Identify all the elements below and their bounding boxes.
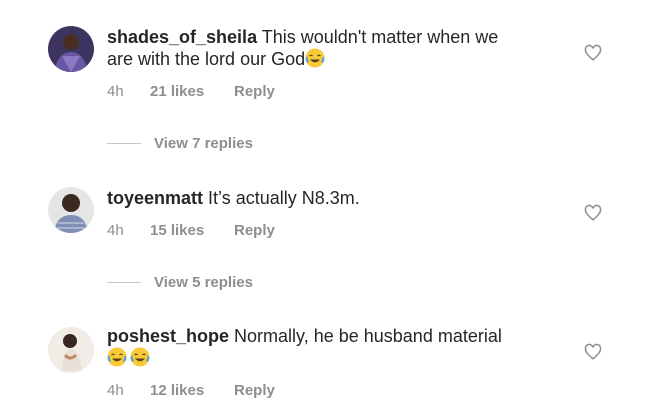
comment-likes[interactable]: 12 likes (150, 382, 234, 399)
view-replies-label: View 7 replies (154, 135, 253, 152)
view-replies-button[interactable]: View 7 replies (107, 135, 253, 152)
comment-username[interactable]: toyeenmatt (107, 188, 203, 208)
comment-text: shades_of_sheila This wouldn't matter wh… (107, 26, 552, 70)
comment-likes[interactable]: 15 likes (150, 222, 234, 239)
tears-of-joy-icon (305, 48, 325, 68)
tears-of-joy-icon (107, 347, 127, 367)
comment-time: 4h (107, 83, 124, 100)
heart-outline-icon[interactable] (584, 343, 602, 361)
comment-meta: 4h 21 likes Reply (107, 83, 275, 100)
divider-line (107, 282, 141, 283)
comment-meta: 4h 12 likes Reply (107, 382, 275, 399)
comment-body: It’s actually N8.3m. (208, 188, 360, 208)
heart-outline-icon[interactable] (584, 44, 602, 62)
avatar[interactable] (48, 327, 94, 373)
reply-button[interactable]: Reply (234, 222, 275, 239)
divider-line (107, 143, 141, 144)
comment-username[interactable]: poshest_hope (107, 326, 229, 346)
comment-body: Normally, he be husband material (234, 326, 502, 346)
reply-button[interactable]: Reply (234, 83, 275, 100)
avatar[interactable] (48, 26, 94, 72)
comment-body: This wouldn't matter when we (261, 27, 499, 47)
view-replies-label: View 5 replies (154, 274, 253, 291)
view-replies-button[interactable]: View 5 replies (107, 274, 253, 291)
tears-of-joy-icon (130, 347, 150, 367)
comment-meta: 4h 15 likes Reply (107, 222, 275, 239)
comment-text: poshest_hope Normally, he be husband mat… (107, 325, 552, 369)
comment-time: 4h (107, 382, 124, 399)
reply-button[interactable]: Reply (234, 382, 275, 399)
comment-username[interactable]: shades_of_sheila (107, 27, 257, 47)
comment-time: 4h (107, 222, 124, 239)
comment-body-line2: are with the lord our God (107, 49, 306, 69)
heart-outline-icon[interactable] (584, 204, 602, 222)
comment-likes[interactable]: 21 likes (150, 83, 234, 100)
comment-text: toyeenmatt It’s actually N8.3m. (107, 187, 552, 209)
avatar[interactable] (48, 187, 94, 233)
